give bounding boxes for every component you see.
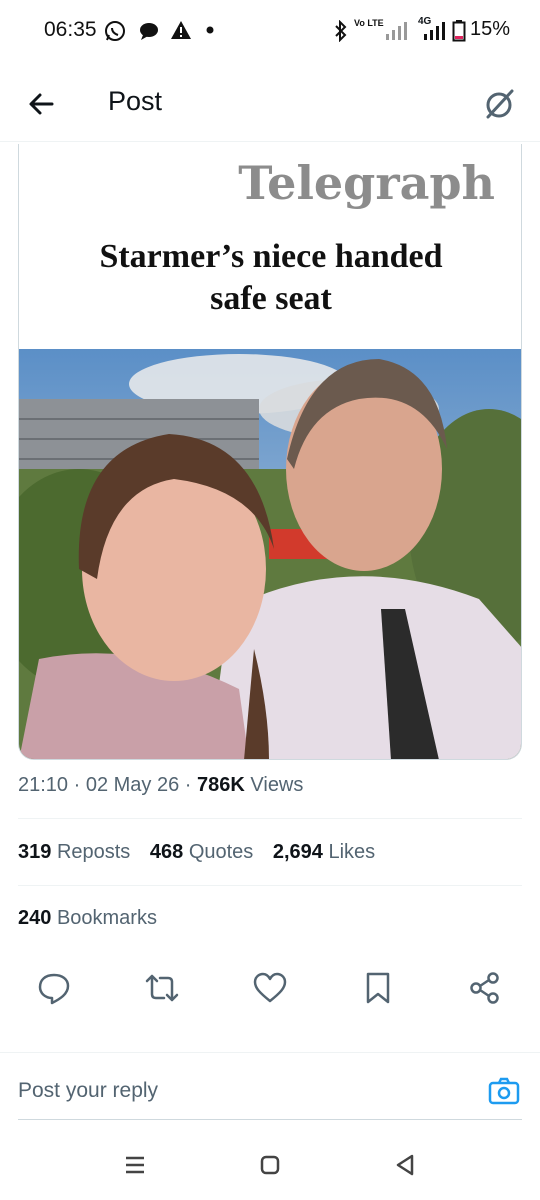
signal-strength-icon (424, 22, 445, 40)
divider (18, 885, 522, 886)
reposts-stat[interactable]: 319 Reposts (18, 841, 130, 863)
post-meta: 21:10 · 02 May 26 · 786K Views (18, 774, 303, 797)
divider (18, 818, 522, 819)
masthead: Telegraph (238, 156, 495, 210)
repost-icon[interactable] (144, 970, 180, 1006)
views-label: Views (250, 774, 304, 796)
like-icon[interactable] (252, 970, 288, 1006)
headline: Starmer’s niece handed safe seat (19, 236, 521, 320)
reply-icon[interactable] (36, 970, 72, 1006)
whatsapp-icon (105, 21, 125, 41)
camera-icon[interactable] (488, 1075, 520, 1107)
views-count: 786K (197, 774, 245, 796)
chat-icon (140, 23, 158, 40)
status-bar: 06:35 Vo LTE 4G 15% (0, 0, 540, 60)
likes-label: Likes (328, 841, 376, 863)
dot-icon (206, 26, 214, 34)
back-icon[interactable] (390, 1150, 420, 1180)
news-photo (19, 349, 521, 759)
headline-line-1: Starmer’s niece handed (99, 238, 443, 275)
volte-label: Vo LTE (354, 18, 384, 28)
quotes-label: Quotes (188, 841, 254, 863)
post-date: 02 May 26 (85, 774, 180, 796)
quotes-stat[interactable]: 468 Quotes (150, 841, 253, 863)
bookmarks-label: Bookmarks (56, 907, 157, 929)
reposts-label: Reposts (56, 841, 131, 863)
post-image[interactable]: Telegraph Starmer’s niece handed safe se… (18, 144, 522, 760)
system-nav-bar (0, 1130, 540, 1200)
home-icon[interactable] (255, 1150, 285, 1180)
arrow-left-icon[interactable] (22, 84, 62, 124)
reply-underline (18, 1119, 522, 1120)
reply-bar: Post your reply (0, 1052, 540, 1120)
separator: · (73, 774, 86, 796)
bluetooth-icon (335, 20, 347, 42)
bookmarks-stat: 240 Bookmarks (18, 907, 157, 930)
reply-input[interactable]: Post your reply (18, 1079, 158, 1103)
recents-icon[interactable] (120, 1150, 150, 1180)
action-bar (0, 968, 540, 1010)
headline-line-2: safe seat (210, 280, 332, 317)
battery-percent: 15% (469, 18, 510, 40)
post-stats: 319 Reposts 468 Quotes 2,694 Likes (18, 841, 389, 864)
post-time: 21:10 (18, 774, 69, 796)
likes-stat[interactable]: 2,694 Likes (273, 841, 375, 863)
likes-count: 2,694 (272, 841, 323, 863)
bookmark-icon[interactable] (360, 970, 396, 1006)
battery-icon (452, 20, 466, 42)
separator: · (184, 774, 198, 796)
volte-icon: Vo LTE (354, 18, 384, 28)
status-time: 06:35 (44, 18, 97, 41)
page-title: Post (108, 86, 163, 116)
grok-icon[interactable] (480, 84, 520, 124)
quotes-count: 468 (149, 841, 184, 863)
reposts-count: 319 (18, 841, 52, 863)
post-header: Post (0, 64, 540, 142)
warning-icon (171, 21, 191, 39)
signal-icon (386, 22, 407, 40)
bookmarks-count: 240 (18, 907, 52, 929)
share-icon[interactable] (467, 970, 503, 1006)
